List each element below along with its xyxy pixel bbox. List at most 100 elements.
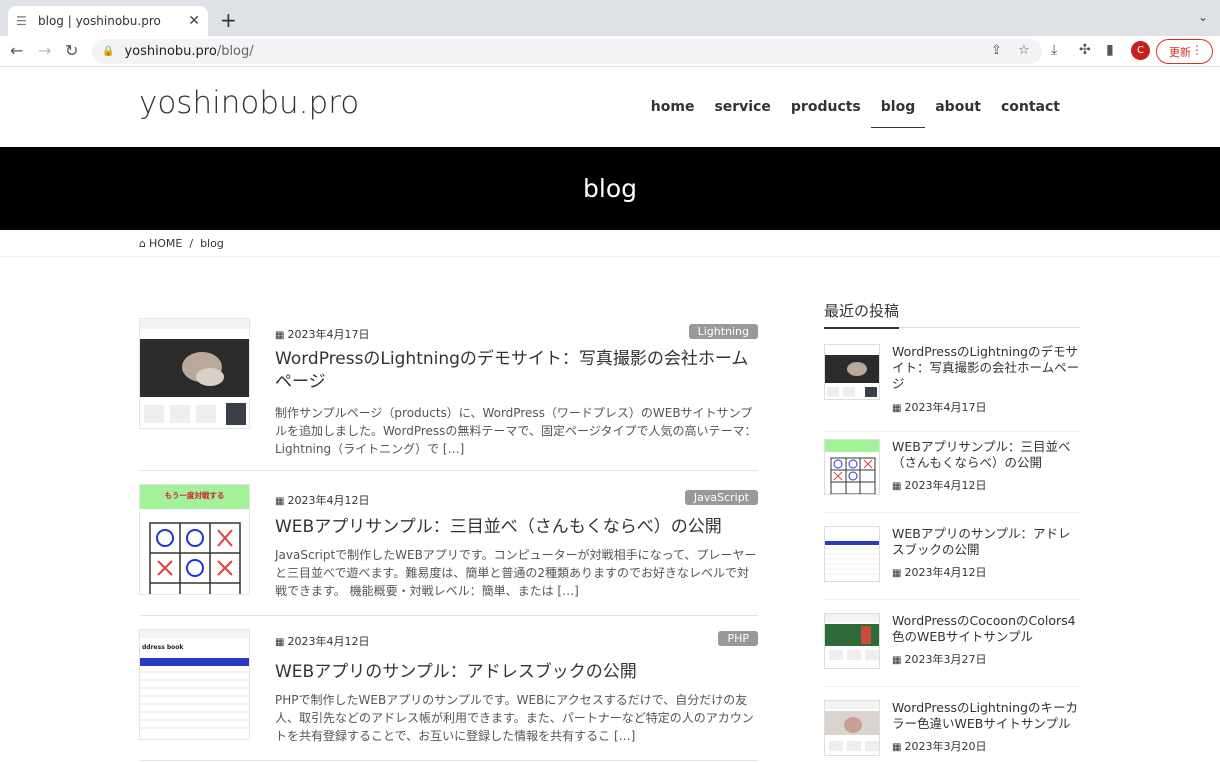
post-thumbnail[interactable]: もう一度対戦する <box>139 484 250 595</box>
browser-tab[interactable]: ☰ blog | yoshinobu.pro ✕ <box>8 6 208 36</box>
calendar-icon: ▦ <box>892 655 902 666</box>
page-title: blog <box>0 147 1220 230</box>
breadcrumb: ⌂ HOME / blog <box>0 230 1220 257</box>
recent-post-date-text: 2023年4月12日 <box>904 479 987 492</box>
sidebar-title: 最近の投稿 <box>824 300 1080 329</box>
breadcrumb-current: blog <box>200 236 224 250</box>
thumbnail-replay-label: もう一度対戦する <box>164 491 225 500</box>
recent-post-thumbnail[interactable] <box>824 526 880 582</box>
recent-post-item[interactable]: WordPressのCocoonのColors4色のWEBサイトサンプル ▦ 20… <box>824 613 1080 687</box>
recent-post-thumbnail[interactable] <box>824 700 880 756</box>
browser-tab-strip: ☰ blog | yoshinobu.pro ✕ + ⌄ <box>0 0 1220 36</box>
recent-post-date: ▦ 2023年4月12日 <box>892 564 986 580</box>
post-excerpt: PHPで制作したWEBアプリのサンプルです。WEBにアクセスするだけで、自分だけ… <box>275 693 754 743</box>
lightning-keycolor-thumbnail-image <box>825 701 879 751</box>
download-icon[interactable]: ⤓ <box>1051 42 1057 58</box>
tab-search-chevron-icon[interactable]: ⌄ <box>1198 10 1208 24</box>
recent-post-title[interactable]: WordPressのCocoonのColors4色のWEBサイトサンプル <box>892 613 1080 645</box>
recent-post-date: ▦ 2023年3月27日 <box>892 651 986 667</box>
extensions-puzzle-icon[interactable]: ✣ <box>1079 42 1091 58</box>
post-date-text: 2023年4月12日 <box>287 494 370 507</box>
address-book-thumbnail-image <box>825 541 879 575</box>
bookmark-star-icon[interactable]: ☆ <box>1018 43 1030 58</box>
site-logo[interactable]: yoshinobu.pro <box>139 85 359 121</box>
calendar-icon: ▦ <box>275 330 285 341</box>
lock-icon[interactable]: 🔒 <box>102 46 114 57</box>
post-thumbnail[interactable] <box>139 318 250 429</box>
recent-post-date-text: 2023年4月17日 <box>904 401 987 414</box>
post-date: ▦ 2023年4月17日 <box>275 326 369 342</box>
calendar-icon: ▦ <box>892 742 902 753</box>
thumbnail-address-book-label: ddress book <box>142 644 184 651</box>
breadcrumb-home[interactable]: HOME <box>149 237 182 250</box>
nav-blog[interactable]: blog <box>870 99 926 128</box>
recent-post-title[interactable]: WordPressのLightningのデモサイト：写真撮影の会社ホームページ <box>892 344 1080 392</box>
post-date: ▦ 2023年4月12日 <box>275 492 369 508</box>
calendar-icon: ▦ <box>892 568 902 579</box>
photo-studio-thumbnail-image <box>825 355 879 397</box>
post-item: ▦ 2023年4月17日 Lightning WordPressのLightnin… <box>139 318 758 471</box>
post-excerpt: 制作サンプルページ（products）に、WordPress（ワードプレス）のW… <box>275 406 757 456</box>
url-path: /blog/ <box>216 44 254 59</box>
recent-post-date: ▦ 2023年4月17日 <box>892 399 986 415</box>
more-menu-icon[interactable]: ⋮ <box>1191 43 1203 57</box>
cocoon-site-thumbnail-image <box>825 614 879 660</box>
new-tab-icon[interactable]: + <box>220 8 237 32</box>
browser-toolbar: ← → ↻ 🔒 yoshinobu.pro/blog/ ⇪ ☆ ⤓ ✣ ▮ C … <box>0 36 1220 67</box>
nav-contact[interactable]: contact <box>991 99 1070 128</box>
calendar-icon: ▦ <box>892 481 902 492</box>
side-panel-icon[interactable]: ▮ <box>1106 42 1114 58</box>
nav-service[interactable]: service <box>704 99 780 128</box>
tic-tac-toe-thumbnail-image <box>825 440 879 494</box>
post-title[interactable]: WordPressのLightningのデモサイト：写真撮影の会社ホームページ <box>275 348 755 394</box>
recent-post-thumbnail[interactable] <box>824 613 880 669</box>
recent-post-date-text: 2023年3月20日 <box>904 740 987 753</box>
recent-post-title[interactable]: WEBアプリサンプル：三目並べ（さんもくならべ）の公開 <box>892 439 1080 471</box>
url-host: yoshinobu.pro <box>124 44 217 59</box>
profile-avatar[interactable]: C <box>1131 41 1150 60</box>
photo-studio-thumbnail-image <box>140 319 249 425</box>
recent-post-date-text: 2023年3月27日 <box>904 653 987 666</box>
breadcrumb-separator: / <box>189 236 194 250</box>
address-bar[interactable]: 🔒 yoshinobu.pro/blog/ <box>92 39 1042 64</box>
category-badge[interactable]: JavaScript <box>684 490 758 505</box>
recent-post-item[interactable]: WEBアプリのサンプル：アドレスブックの公開 ▦ 2023年4月12日 <box>824 526 1080 600</box>
recent-post-item[interactable]: WEBアプリサンプル：三目並べ（さんもくならべ）の公開 ▦ 2023年4月12日 <box>824 439 1080 513</box>
recent-post-date: ▦ 2023年4月12日 <box>892 477 986 493</box>
post-title[interactable]: WEBアプリのサンプル：アドレスブックの公開 <box>275 661 755 684</box>
recent-post-date-text: 2023年4月12日 <box>904 566 987 579</box>
update-label: 更新 <box>1169 45 1191 59</box>
close-tab-icon[interactable]: ✕ <box>188 13 200 29</box>
forward-arrow-icon[interactable]: → <box>38 41 51 60</box>
site-header: yoshinobu.pro home service products blog… <box>0 67 1220 147</box>
tab-title: blog | yoshinobu.pro <box>38 14 161 28</box>
category-badge[interactable]: Lightning <box>688 324 758 339</box>
post-thumbnail[interactable]: ddress book <box>139 629 250 740</box>
calendar-icon: ▦ <box>275 637 285 648</box>
post-title[interactable]: WEBアプリサンプル：三目並べ（さんもくならべ）の公開 <box>275 516 755 539</box>
update-button[interactable]: 更新 ⋮ <box>1156 39 1213 64</box>
nav-home[interactable]: home <box>641 99 705 128</box>
nav-products[interactable]: products <box>781 99 871 128</box>
home-icon: ⌂ <box>139 236 146 250</box>
recent-post-date: ▦ 2023年3月20日 <box>892 738 986 754</box>
recent-post-item[interactable]: WordPressのLightningのデモサイト：写真撮影の会社ホームページ … <box>824 344 1080 432</box>
sidebar-title-text: 最近の投稿 <box>824 300 900 329</box>
category-badge[interactable]: PHP <box>718 631 758 646</box>
nav-about[interactable]: about <box>925 99 991 128</box>
post-item: もう一度対戦する ▦ 2023年4月12日 JavaScript WEBアプリサン… <box>139 484 758 616</box>
recent-post-thumbnail[interactable] <box>824 439 880 495</box>
calendar-icon: ▦ <box>892 403 902 414</box>
recent-post-title[interactable]: WordPressのLightningのキーカラー色違いWEBサイトサンプル <box>892 700 1080 732</box>
global-nav: home service products blog about contact <box>641 99 1070 128</box>
post-date-text: 2023年4月12日 <box>287 635 370 648</box>
page-favicon-icon: ☰ <box>16 14 27 28</box>
reload-icon[interactable]: ↻ <box>65 41 78 60</box>
post-date: ▦ 2023年4月12日 <box>275 633 369 649</box>
calendar-icon: ▦ <box>275 496 285 507</box>
share-icon[interactable]: ⇪ <box>991 43 1002 58</box>
back-arrow-icon[interactable]: ← <box>10 41 23 60</box>
recent-post-item[interactable]: WordPressのLightningのキーカラー色違いWEBサイトサンプル ▦… <box>824 700 1080 763</box>
recent-post-title[interactable]: WEBアプリのサンプル：アドレスブックの公開 <box>892 526 1080 558</box>
recent-post-thumbnail[interactable] <box>824 344 880 400</box>
